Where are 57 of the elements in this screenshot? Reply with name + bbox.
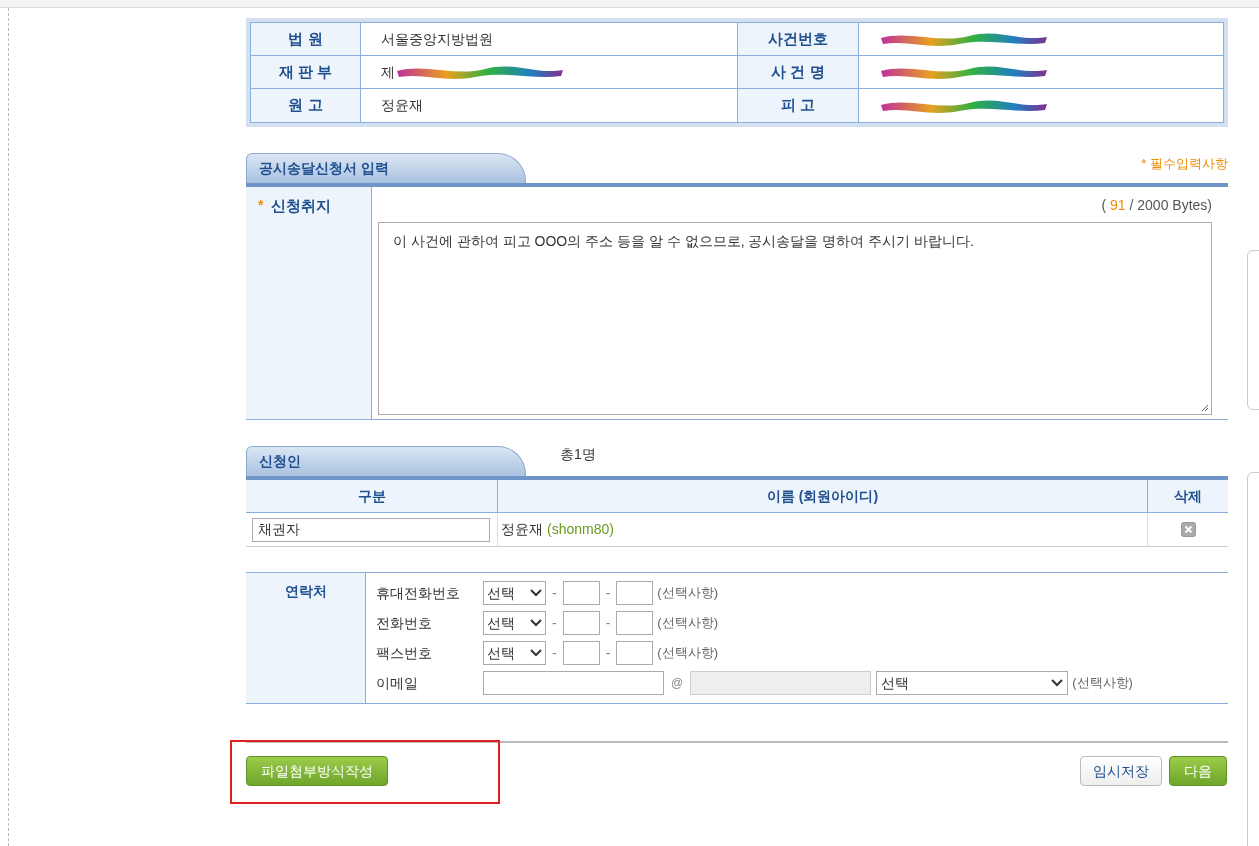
case-info-label: 재 판 부 xyxy=(278,61,333,82)
case-info-label: 원 고 xyxy=(288,95,323,116)
required-note: * 필수입력사항 xyxy=(1141,154,1228,173)
request-textarea[interactable]: 이 사건에 관하여 피고 OOO의 주소 등을 알 수 없으므로, 공시송달을 명하여 주시기 바랍니다. xyxy=(378,222,1212,415)
prefix-select[interactable]: 선택 xyxy=(483,641,546,665)
required-mark: * xyxy=(258,196,264,215)
applicant-name: 정윤재 xyxy=(501,520,543,539)
dash: - xyxy=(605,613,611,633)
contact-label: 이메일 xyxy=(376,673,419,693)
chevron-down-icon xyxy=(530,589,542,597)
user-id: (shonm80) xyxy=(547,520,614,539)
column-header: 구분 xyxy=(357,486,386,506)
field-label: 신청취지 xyxy=(271,196,332,216)
dash: - xyxy=(605,583,611,603)
case-info-label: 피 고 xyxy=(780,95,816,116)
dash: - xyxy=(552,583,557,603)
delete-icon[interactable] xyxy=(1180,522,1196,537)
byte-counter: ( 91 / 2000 Bytes) xyxy=(1100,196,1213,215)
at-sign: @ xyxy=(671,675,684,692)
section-title: 신청인 xyxy=(259,452,301,471)
chevron-down-icon xyxy=(530,649,542,657)
prefix-select[interactable]: 선택 xyxy=(483,611,546,635)
column-header: 삭제 xyxy=(1174,486,1202,506)
number-field[interactable] xyxy=(562,611,600,635)
applicant-count: 총1명 xyxy=(560,445,596,464)
number-field[interactable] xyxy=(562,581,600,605)
case-info-label: 사 건 명 xyxy=(771,61,825,82)
field-label: 연락처 xyxy=(284,582,327,601)
dash: - xyxy=(605,643,611,663)
contact-label: 팩스번호 xyxy=(376,643,433,663)
section-title: 공시송달신청서 입력 xyxy=(259,159,389,178)
optional-note: (선택사항) xyxy=(657,614,718,633)
resize-handle-icon xyxy=(1201,404,1209,412)
domain-select[interactable]: 선택 xyxy=(876,671,1069,695)
temp-save-button[interactable]: 임시저장 xyxy=(1080,756,1162,786)
optional-note: (선택사항) xyxy=(657,644,718,663)
case-info-value: 정윤재 xyxy=(381,96,423,115)
chevron-down-icon xyxy=(1051,679,1064,687)
case-info-value: 서울중앙지방법원 xyxy=(381,29,493,49)
optional-note: (선택사항) xyxy=(657,584,718,603)
dash: - xyxy=(552,613,557,633)
number-field[interactable] xyxy=(616,581,654,605)
column-header: 이름 (회원아이디) xyxy=(766,486,879,506)
number-field[interactable] xyxy=(616,641,654,665)
type-field[interactable]: 채권자 xyxy=(252,517,490,542)
prefix-select[interactable]: 선택 xyxy=(483,581,546,605)
chevron-down-icon xyxy=(530,619,542,627)
case-info-label: 사건번호 xyxy=(768,28,828,49)
contact-label: 전화번호 xyxy=(376,613,433,633)
email-id-field[interactable] xyxy=(483,671,664,695)
case-info-label: 법 원 xyxy=(288,28,323,49)
optional-note: (선택사항) xyxy=(1072,674,1133,693)
number-field[interactable] xyxy=(562,641,600,665)
contact-label: 휴대전화번호 xyxy=(376,583,461,603)
number-field[interactable] xyxy=(616,611,654,635)
case-info-value: 제 xyxy=(381,62,395,82)
dash: - xyxy=(552,643,557,663)
